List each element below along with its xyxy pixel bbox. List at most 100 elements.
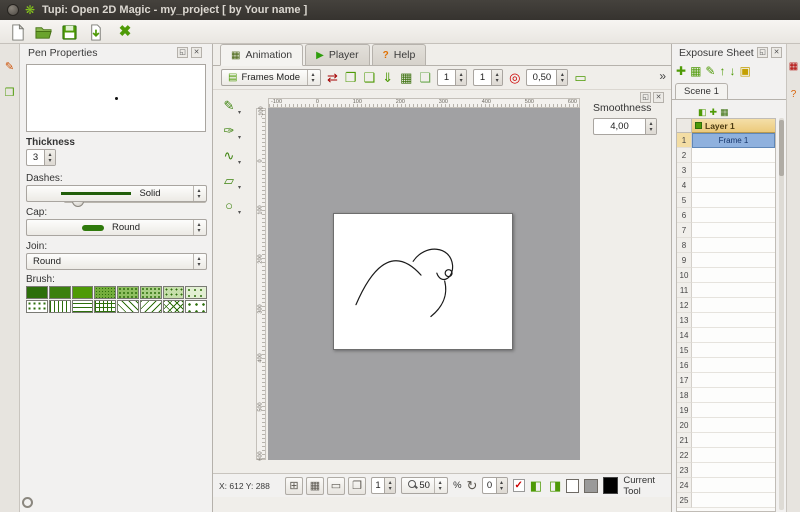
brush-dense5-swatch[interactable]	[140, 286, 162, 299]
brush-grid-swatch[interactable]	[94, 300, 116, 313]
cap-select[interactable]: Round ▴▾	[26, 219, 207, 236]
frames-mode-select[interactable]: ▤ Frames Mode ▴▾	[221, 69, 321, 86]
join-select[interactable]: Round ▴▾	[26, 253, 207, 270]
help-tab-icon[interactable]: ?	[787, 84, 800, 104]
spinner-buttons[interactable]: ▴▾	[496, 478, 507, 493]
spinner-buttons[interactable]: ▴▾	[645, 119, 656, 134]
brush-dense2-swatch[interactable]	[72, 286, 94, 299]
drawing-canvas[interactable]	[333, 213, 513, 350]
empty-frame-cell[interactable]	[692, 283, 775, 298]
brush-bdiag-swatch[interactable]	[117, 300, 139, 313]
move-frame-down-icon[interactable]: ↓	[729, 62, 735, 80]
brush-fdiag-swatch[interactable]	[140, 300, 162, 313]
copy-frame-icon[interactable]: ❐	[345, 69, 357, 87]
empty-frame-cell[interactable]	[692, 373, 775, 388]
close-panel-icon[interactable]: ✕	[771, 47, 782, 58]
empty-frame-cell[interactable]	[692, 433, 775, 448]
brush-dense3-swatch[interactable]	[94, 286, 116, 299]
layer-column-header[interactable]: Layer 1	[692, 119, 775, 133]
empty-frame-cell[interactable]	[692, 463, 775, 478]
tool-dropdown-icon[interactable]: ▾	[238, 159, 241, 166]
remove-frame-icon[interactable]: ▦	[400, 69, 412, 87]
remove-frame-icon[interactable]: ▦	[690, 62, 701, 80]
frames-count-spinner[interactable]: 1 ▴▾	[437, 69, 467, 86]
current-frame-spinner[interactable]: 1 ▴▾	[371, 477, 396, 494]
brush-dense6-swatch[interactable]	[163, 286, 185, 299]
save-frame-icon[interactable]: ⇓	[382, 69, 393, 87]
empty-frame-cell[interactable]	[692, 478, 775, 493]
brush-dots-swatch[interactable]	[26, 300, 48, 313]
full-screen-icon[interactable]: ❐	[348, 477, 366, 495]
pencil-tool[interactable]: ✎▾	[215, 94, 243, 117]
tool-dropdown-icon[interactable]: ▾	[238, 184, 241, 191]
new-document-icon[interactable]	[8, 23, 26, 41]
rotation-spinner[interactable]: 0 ▴▾	[482, 477, 507, 494]
move-frame-up-icon[interactable]: ↑	[719, 62, 725, 80]
empty-frame-cell[interactable]	[692, 313, 775, 328]
tab-help[interactable]: ? Help	[372, 44, 427, 65]
empty-frame-cell[interactable]	[692, 493, 775, 508]
tool-dropdown-icon[interactable]: ▾	[238, 134, 241, 141]
onion-skin-center-icon[interactable]: ◎	[509, 69, 520, 87]
empty-frame-cell[interactable]	[692, 193, 775, 208]
antialias-checkbox[interactable]: ✓	[513, 479, 525, 492]
thickness-spinner[interactable]: 3 ▴▾	[26, 149, 56, 166]
empty-frame-cell[interactable]	[692, 208, 775, 223]
smoothness-spinner[interactable]: 4,00 ▴▾	[593, 118, 657, 135]
brush-sparse-swatch[interactable]	[185, 300, 207, 313]
spinner-buttons[interactable]: ▴▾	[556, 70, 567, 85]
show-outline-icon[interactable]: ◧	[530, 477, 542, 495]
restore-frame-icon[interactable]: ⇄	[327, 69, 338, 87]
zoom-select[interactable]: 50 ▴▾	[401, 477, 448, 494]
brush-vlines-swatch[interactable]	[49, 300, 71, 313]
tab-scene-1[interactable]: Scene 1	[675, 83, 728, 99]
rename-frame-icon[interactable]: ✎	[705, 62, 715, 80]
brush-dense1-swatch[interactable]	[49, 286, 71, 299]
paste-frame-icon[interactable]: ❑	[364, 69, 376, 87]
opacity-spinner[interactable]: 0,50 ▴▾	[526, 69, 568, 86]
empty-frame-cell[interactable]	[692, 418, 775, 433]
undock-panel-icon[interactable]: ◱	[757, 47, 768, 58]
empty-frame-cell[interactable]	[692, 358, 775, 373]
empty-frame-cell[interactable]	[692, 223, 775, 238]
scrollbar-thumb[interactable]	[779, 120, 784, 176]
shapes-tool[interactable]: ▱▾	[215, 169, 243, 192]
brush-hlines-swatch[interactable]	[72, 300, 94, 313]
spinner-buttons[interactable]: ▴▾	[44, 150, 55, 165]
frame-cell[interactable]: Frame 1	[692, 133, 775, 148]
rotate-view-icon[interactable]: ↻	[467, 477, 478, 495]
close-panel-icon[interactable]: ✕	[191, 47, 202, 58]
empty-frame-cell[interactable]	[692, 253, 775, 268]
spinner-buttons[interactable]: ▴▾	[491, 70, 502, 85]
empty-frame-cell[interactable]	[692, 328, 775, 343]
brush-dense4-swatch[interactable]	[117, 286, 139, 299]
save-project-icon[interactable]	[60, 23, 78, 41]
brush-solid-swatch[interactable]	[26, 286, 48, 299]
tweening-tool[interactable]: ○▾	[215, 194, 243, 217]
brush-dense7-swatch[interactable]	[185, 286, 207, 299]
undock-panel-icon[interactable]: ◱	[177, 47, 188, 58]
spinner-buttons[interactable]: ▴▾	[384, 478, 395, 493]
safe-area-icon[interactable]: ▭	[327, 477, 345, 495]
add-frame-icon[interactable]: ✚	[676, 62, 686, 80]
close-workspace-icon[interactable]: ✕	[653, 92, 664, 103]
empty-frame-cell[interactable]	[692, 163, 775, 178]
brush-diagcross-swatch[interactable]	[163, 300, 185, 313]
open-project-icon[interactable]	[34, 23, 52, 41]
empty-frame-cell[interactable]	[692, 148, 775, 163]
show-fill-icon[interactable]: ◨	[549, 477, 561, 495]
dashes-select[interactable]: Solid ▴▾	[26, 185, 207, 202]
contour-color-swatch[interactable]	[566, 479, 579, 493]
tool-dropdown-icon[interactable]: ▾	[238, 109, 241, 116]
pen-properties-tab-icon[interactable]: ✎	[1, 56, 19, 76]
empty-frame-cell[interactable]	[692, 268, 775, 283]
polyline-tool[interactable]: ∿▾	[215, 144, 243, 167]
ink-tool[interactable]: ✑▾	[215, 119, 243, 142]
exposure-sheet-tab-icon[interactable]: ▦	[787, 56, 800, 76]
empty-frame-cell[interactable]	[692, 448, 775, 463]
tool-dropdown-icon[interactable]: ▾	[238, 209, 241, 216]
spinner-buttons[interactable]: ▴▾	[455, 70, 466, 85]
exposure-scrollbar[interactable]	[779, 118, 784, 510]
show-dense-grid-icon[interactable]: ▦	[306, 477, 324, 495]
tab-animation[interactable]: ▦ Animation	[220, 44, 303, 66]
